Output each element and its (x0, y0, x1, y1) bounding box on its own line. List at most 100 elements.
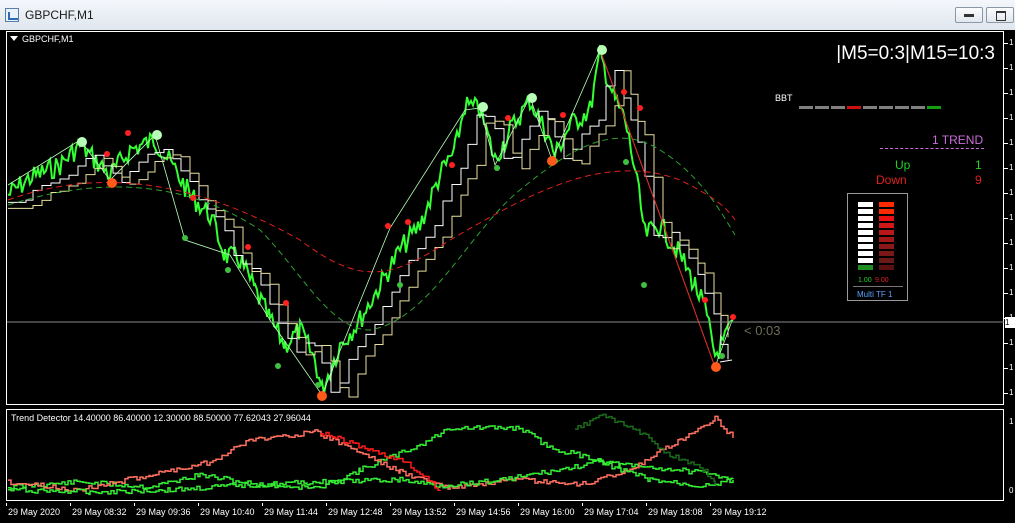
price-axis-tick (1004, 343, 1008, 344)
bbt-dash (799, 106, 813, 109)
time-axis-label: 29 May 18:08 (648, 507, 703, 517)
symbol-text: GBPCHF,M1 (22, 34, 74, 44)
fractal-dot (190, 195, 196, 201)
pivot-marker (547, 156, 557, 166)
price-axis-label: 1 (1009, 113, 1014, 122)
fractal-dot (449, 162, 455, 168)
last-bar-mark (719, 359, 733, 363)
price-axis-tick (1004, 318, 1008, 319)
heatmap-cell-left (858, 216, 873, 221)
heatmap-cell-right (879, 202, 894, 207)
heatmap-cell-right (879, 223, 894, 228)
price-axis-tick (1004, 218, 1008, 219)
signal-dot (719, 353, 725, 359)
price-axis-label: 1 (1009, 263, 1014, 272)
fractal-dot (637, 105, 643, 111)
fractal-dot (245, 244, 251, 250)
price-axis-tick (1004, 93, 1008, 94)
price-axis-tick (1004, 68, 1008, 69)
time-axis-label: 29 May 09:36 (136, 507, 191, 517)
trend-down-label: Down (876, 173, 907, 187)
price-axis-label: 1 (1009, 213, 1014, 222)
price-axis-label: 1 (1009, 138, 1014, 147)
heatmap-cell-left (858, 223, 873, 228)
step-line-yellow (8, 70, 729, 398)
price-axis-label: 1 (1009, 238, 1014, 247)
trend-up-label: Up (895, 158, 911, 172)
bbt-dash-row (799, 96, 943, 109)
fractal-dot (702, 297, 708, 303)
signal-dot (225, 267, 231, 273)
subwindow-axis-bottom: 0 (1009, 486, 1014, 495)
price-axis-label: 1 (1009, 88, 1014, 97)
symbol-label[interactable]: GBPCHF,M1 (10, 34, 74, 44)
bbt-dash (815, 106, 829, 109)
time-axis[interactable]: 29 May 2020 29 May 08:32 29 May 09:36 29 Ma… (0, 503, 1015, 523)
fractal-dot (730, 314, 736, 320)
subwindow-indicator-label: Trend Detector 14.40000 86.40000 12.3000… (11, 413, 311, 423)
heatmap-divider (853, 286, 903, 287)
time-axis-tick (262, 503, 263, 506)
price-axis-tick (1004, 243, 1008, 244)
heatmap-footer: Multi TF 1 (857, 290, 893, 299)
bbt-dash (927, 106, 941, 109)
time-axis-tick (646, 503, 647, 506)
signal-dot (275, 363, 281, 369)
fractal-dot (621, 89, 627, 95)
trend-green-line-low (8, 459, 734, 496)
price-axis-tick (1004, 143, 1008, 144)
trend-panel-title: 1 TREND (932, 133, 984, 147)
price-axis-label: 1 (1009, 38, 1014, 47)
heatmap-cell-left (858, 202, 873, 207)
dropdown-triangle-icon (10, 36, 18, 41)
signal-dot (641, 282, 647, 288)
bbt-dash (863, 106, 877, 109)
price-axis-label: 1 (1009, 388, 1014, 397)
heatmap-cell-left (858, 209, 873, 214)
price-axis-label: 1 (1009, 363, 1014, 372)
time-axis-label: 29 May 08:32 (72, 507, 127, 517)
time-axis-tick (390, 503, 391, 506)
price-axis-label: 1 (1009, 313, 1014, 322)
pivot-marker (478, 102, 488, 112)
heatmap-value-right: 9.00 (875, 277, 889, 284)
price-axis-tick (1004, 168, 1008, 169)
price-axis-tick (1004, 293, 1008, 294)
bbt-dash (831, 106, 845, 109)
pivot-marker (317, 391, 327, 401)
pivot-marker (597, 45, 607, 55)
price-axis-tick (1004, 118, 1008, 119)
signal-dot (182, 235, 188, 241)
bbt-dash (847, 106, 861, 109)
price-axis-label: 1 (1009, 288, 1014, 297)
price-axis-tick (1004, 368, 1008, 369)
price-axis-label: 1 (1009, 188, 1014, 197)
time-axis-tick (70, 503, 71, 506)
time-axis-tick (518, 503, 519, 506)
heatmap-cell-left (858, 244, 873, 249)
time-axis-label: 29 May 13:52 (392, 507, 447, 517)
fractal-dot (505, 115, 511, 121)
heatmap-cell-right (879, 230, 894, 235)
mtf-status-text: |M5=0:3|M15=10:3 (836, 43, 995, 64)
fractal-dot (125, 130, 131, 136)
pivot-marker (152, 130, 162, 140)
heatmap-cell-right (879, 244, 894, 249)
time-axis-tick (6, 503, 7, 506)
signal-dot (494, 165, 500, 171)
signal-dot (397, 282, 403, 288)
price-axis-tick (1004, 43, 1008, 44)
fractal-dot (405, 219, 411, 225)
trend-divider (880, 148, 984, 149)
zigzag-down-leg (599, 49, 716, 368)
fractal-dot (385, 223, 391, 229)
heatmap-cell-right (879, 216, 894, 221)
heatmap-cell-right (879, 237, 894, 242)
signal-dot (315, 382, 321, 388)
time-axis-label: 29 May 11:44 (264, 507, 318, 517)
heatmap-value-left: 1.00 (858, 277, 872, 284)
ma-red-line (7, 170, 736, 273)
fractal-dot (283, 300, 289, 306)
time-axis-tick (582, 503, 583, 506)
time-axis-label: 29 May 12:48 (328, 507, 383, 517)
